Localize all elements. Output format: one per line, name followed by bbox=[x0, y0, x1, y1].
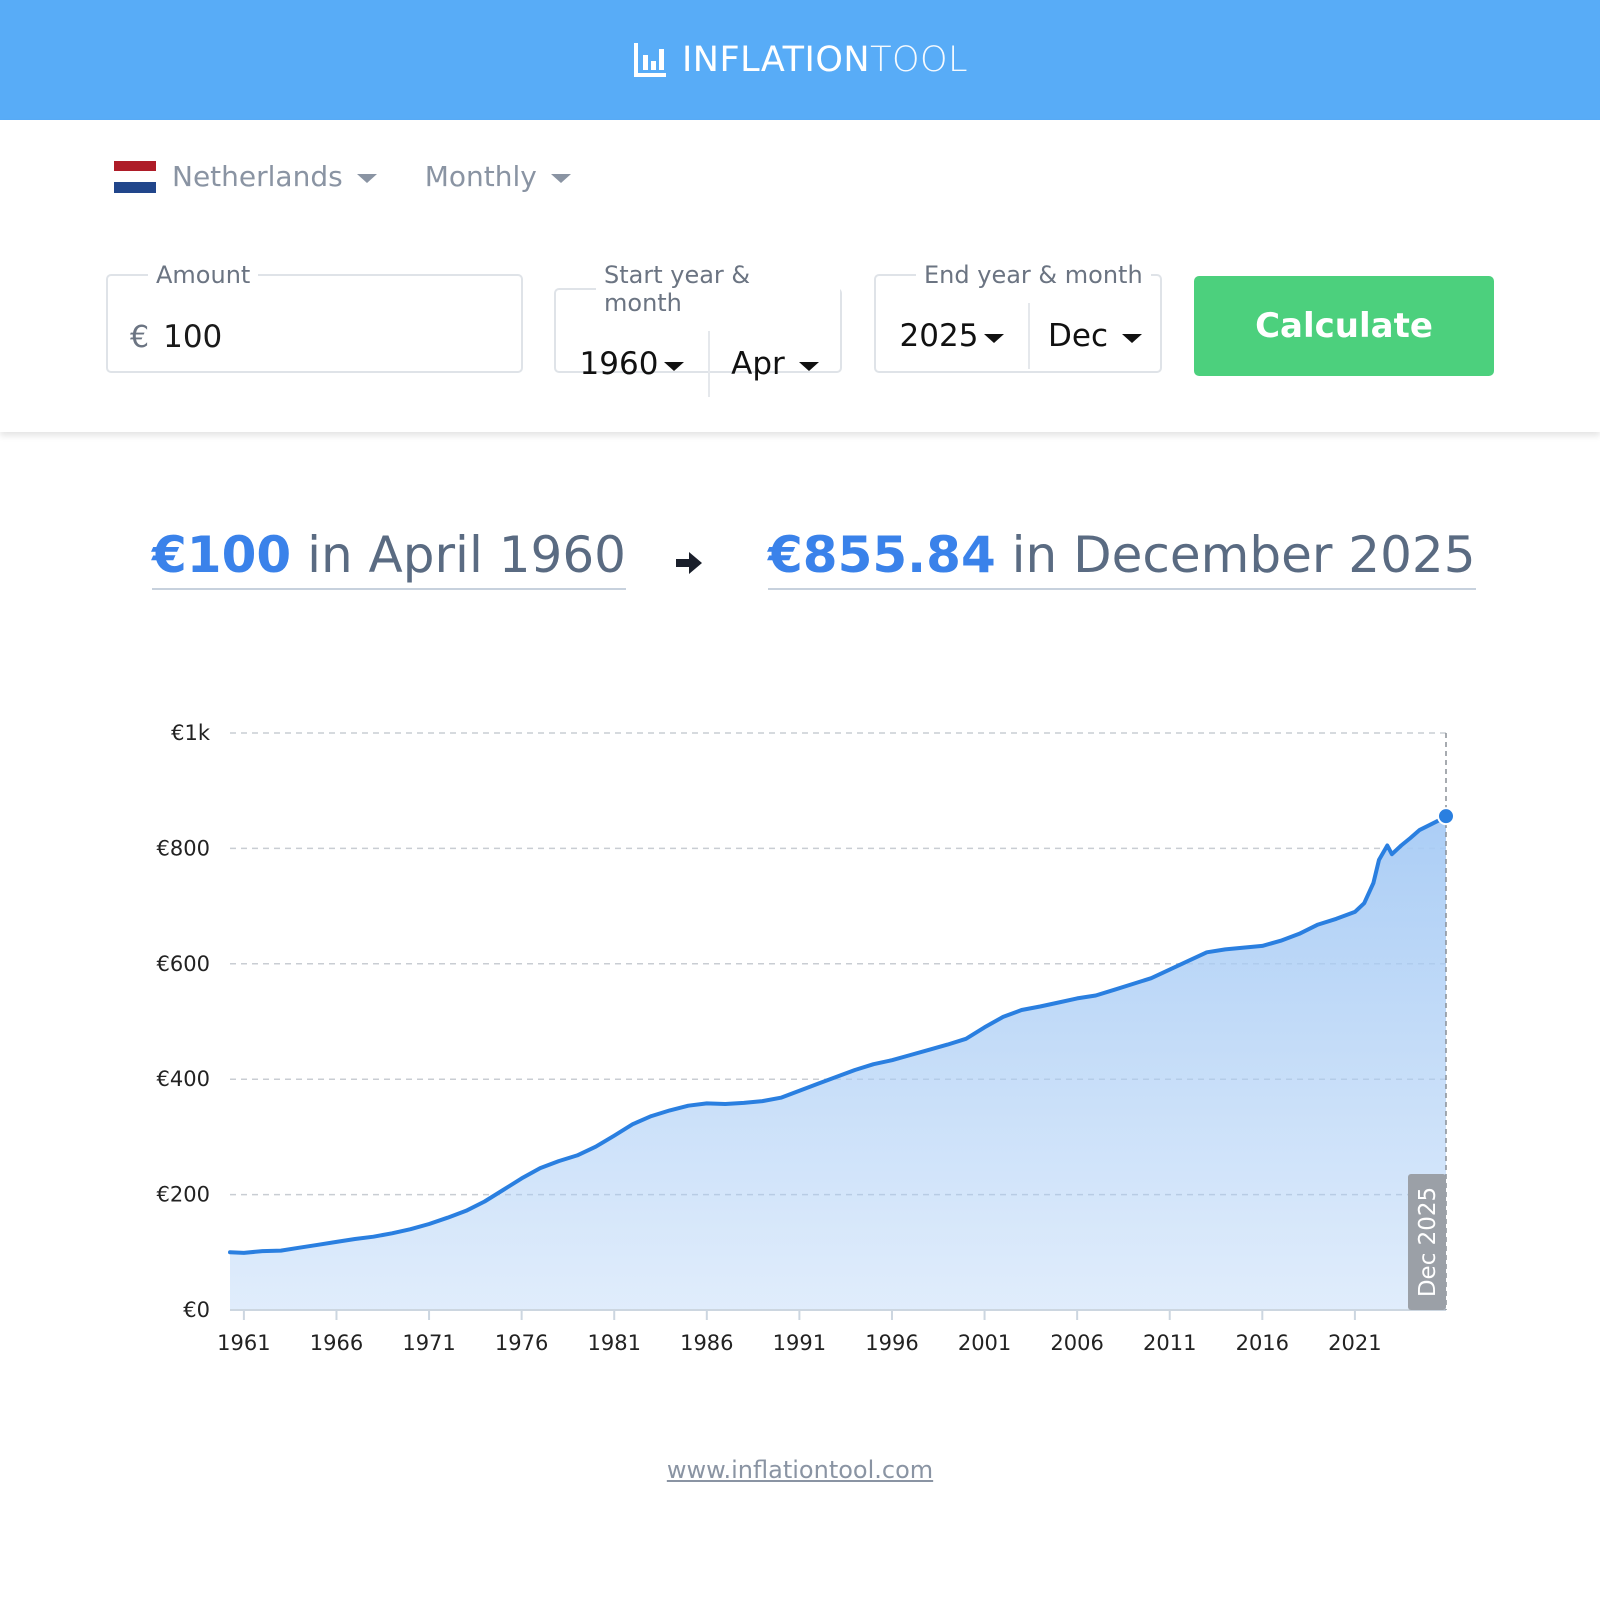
x-tick-label: 1976 bbox=[495, 1331, 548, 1355]
chevron-down-icon bbox=[1122, 333, 1142, 343]
end-year-select[interactable]: 2025 bbox=[876, 303, 1030, 369]
chevron-down-icon bbox=[798, 361, 819, 371]
netherlands-flag-icon bbox=[114, 160, 156, 193]
start-date-label: Start year & month bbox=[604, 261, 751, 317]
end-point-marker bbox=[1437, 807, 1455, 826]
x-tick-label: 2001 bbox=[958, 1331, 1011, 1355]
result-from: €100 in April 1960 bbox=[152, 526, 626, 590]
x-tick-label: 2006 bbox=[1050, 1331, 1103, 1355]
amount-label: Amount bbox=[156, 261, 251, 289]
country-select-label: Netherlands bbox=[172, 160, 343, 193]
amount-input[interactable] bbox=[163, 319, 464, 355]
selector-row: Netherlands Monthly bbox=[114, 160, 571, 193]
x-tick-label: 1981 bbox=[587, 1331, 640, 1355]
y-tick-label: €800 bbox=[157, 836, 210, 860]
logo-text: INFLATIONTOOL bbox=[682, 40, 968, 80]
amount-field: Amount € bbox=[106, 261, 523, 373]
chevron-down-icon bbox=[356, 174, 377, 183]
period-select[interactable]: Monthly bbox=[425, 160, 571, 193]
footer: www.inflationtool.com bbox=[0, 1456, 1600, 1484]
end-month-select[interactable]: Dec bbox=[1030, 303, 1160, 369]
result-from-text: in April 1960 bbox=[307, 526, 626, 584]
x-tick-label: 2016 bbox=[1236, 1331, 1289, 1355]
end-month-value: Dec bbox=[1048, 318, 1108, 354]
y-tick-label: €400 bbox=[157, 1067, 210, 1091]
end-year-value: 2025 bbox=[899, 318, 979, 354]
x-tick-label: 1991 bbox=[773, 1331, 826, 1355]
x-tick-label: 1986 bbox=[680, 1331, 733, 1355]
inflation-chart: €0 €200 €400 €600 €800 €1k 1961 1966 1971 1976 198… bbox=[157, 721, 1455, 1355]
logo-text-bold: INFLATION bbox=[681, 40, 871, 80]
x-tick-label: 1996 bbox=[865, 1331, 918, 1355]
chevron-down-icon bbox=[664, 361, 685, 371]
result-from-amount: €100 bbox=[152, 526, 292, 584]
site-logo[interactable]: INFLATIONTOOL bbox=[632, 40, 968, 80]
result-to-text: in December 2025 bbox=[1011, 526, 1476, 584]
y-tick-label: €600 bbox=[157, 952, 210, 976]
crosshair-label: Dec 2025 bbox=[1415, 1187, 1441, 1297]
country-select[interactable]: Netherlands bbox=[172, 160, 377, 193]
y-tick-label: €200 bbox=[157, 1183, 210, 1207]
x-tick-label: 1966 bbox=[310, 1331, 363, 1355]
end-date-field: End year & month 2025 Dec bbox=[874, 261, 1162, 373]
period-select-label: Monthly bbox=[424, 160, 537, 193]
x-tick-label: 1971 bbox=[402, 1331, 455, 1355]
start-year-value: 1960 bbox=[579, 346, 659, 382]
website-link[interactable]: www.inflationtool.com bbox=[667, 1456, 933, 1484]
result-to: €855.84 in December 2025 bbox=[768, 526, 1476, 590]
x-tick-label: 2011 bbox=[1143, 1331, 1196, 1355]
currency-symbol: € bbox=[130, 319, 150, 355]
chevron-down-icon bbox=[550, 174, 571, 183]
start-month-value: Apr bbox=[731, 346, 785, 382]
x-tick-label: 2021 bbox=[1328, 1331, 1381, 1355]
result-headline: €100 in April 1960 €855.84 in December 2… bbox=[0, 526, 1600, 596]
bar-chart-icon bbox=[633, 43, 666, 77]
result-to-amount: €855.84 bbox=[768, 526, 996, 584]
start-year-select[interactable]: 1960 bbox=[556, 331, 710, 397]
y-tick-label: €1k bbox=[171, 721, 211, 745]
y-tick-label: €0 bbox=[183, 1298, 210, 1322]
end-date-label: End year & month bbox=[924, 261, 1143, 289]
start-date-field: Start year & month 1960 Apr bbox=[554, 261, 842, 397]
arrow-right-icon bbox=[676, 552, 702, 574]
calculate-button[interactable]: Calculate bbox=[1194, 276, 1494, 376]
logo-text-light: TOOL bbox=[870, 40, 969, 80]
series-area bbox=[230, 816, 1446, 1310]
site-header: INFLATIONTOOL bbox=[0, 0, 1600, 120]
chevron-down-icon bbox=[984, 333, 1005, 343]
x-tick-label: 1961 bbox=[217, 1331, 270, 1355]
start-month-select[interactable]: Apr bbox=[710, 331, 840, 397]
